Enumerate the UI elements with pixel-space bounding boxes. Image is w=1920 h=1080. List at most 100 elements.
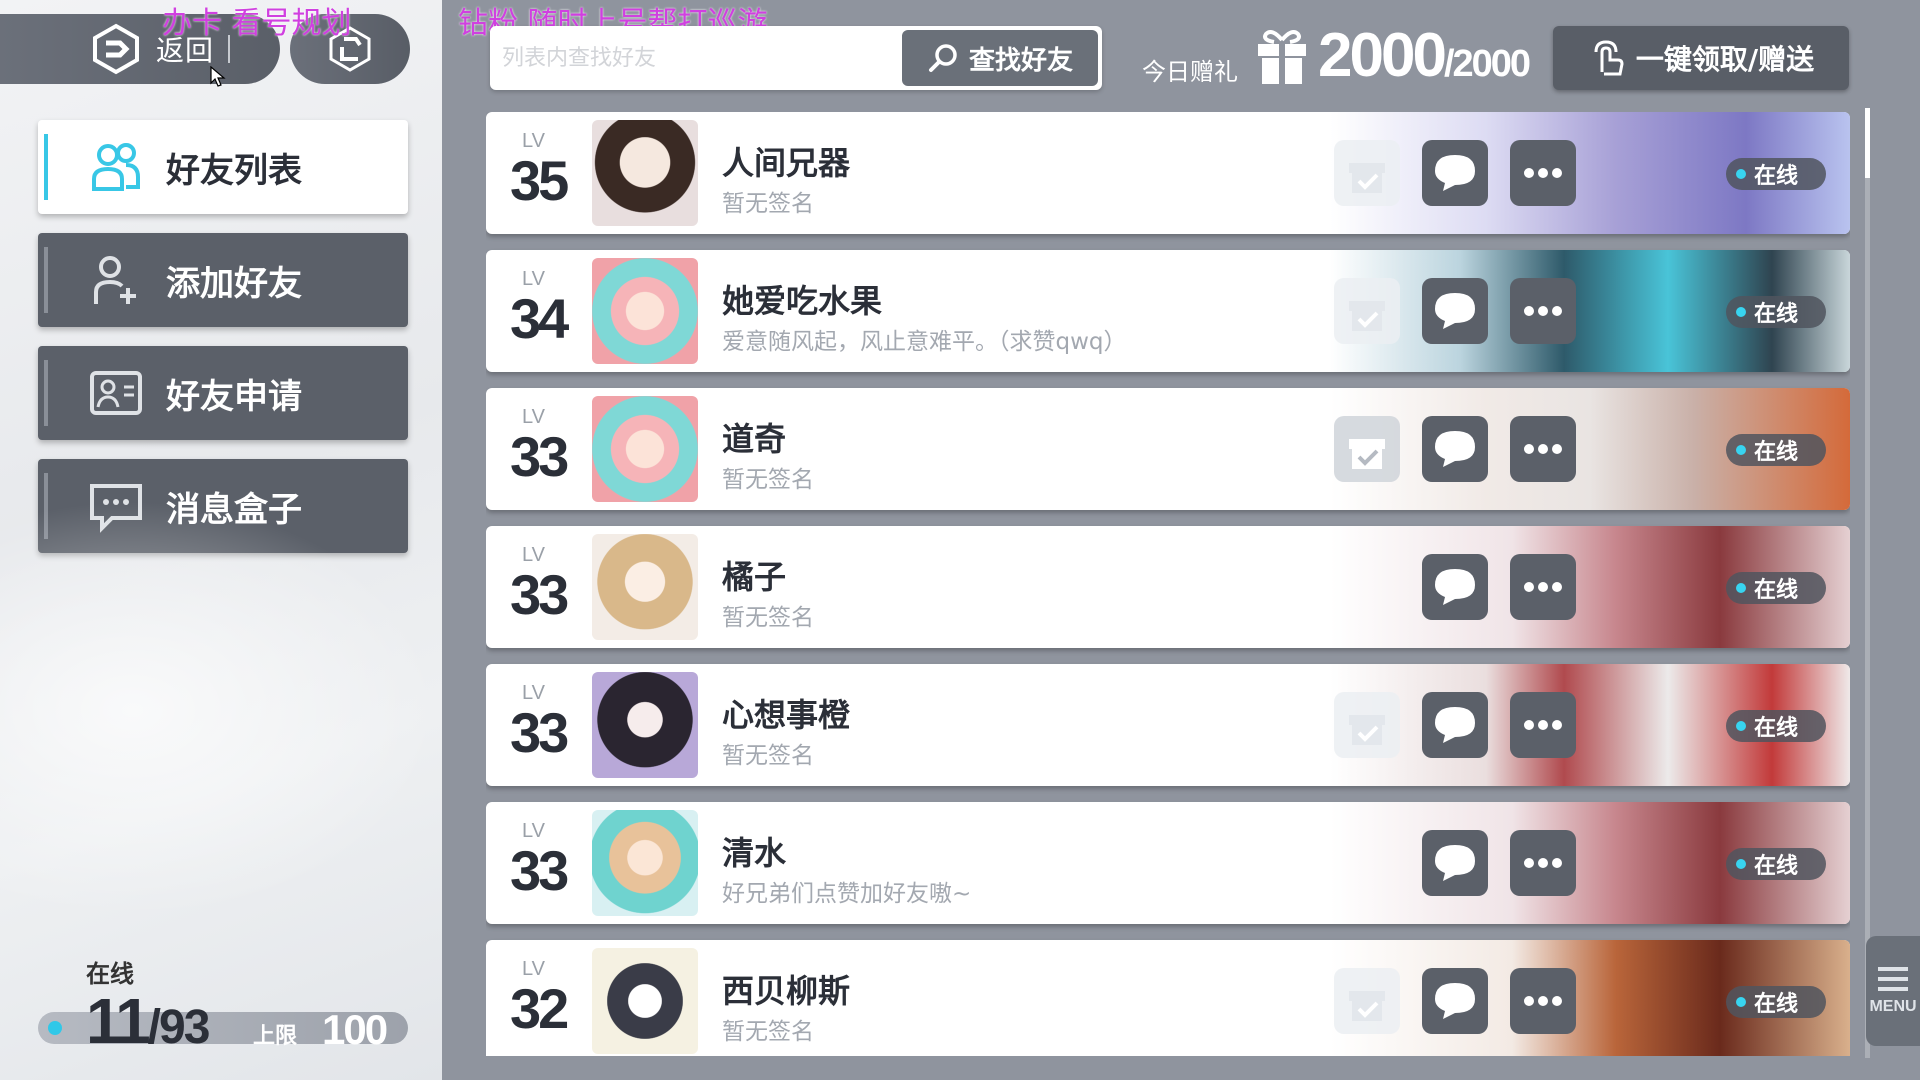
online-count-value: 11 <box>86 985 151 1057</box>
chat-button[interactable] <box>1422 416 1488 482</box>
gift-sent-icon <box>1349 991 1385 1021</box>
scrollbar[interactable] <box>1865 108 1870 1058</box>
chat-bubble-icon <box>1435 431 1475 467</box>
status-label: 在线 <box>1754 854 1799 879</box>
friend-request-icon <box>86 363 146 423</box>
more-options-button[interactable] <box>1510 140 1576 206</box>
friend-card[interactable]: LV 32 西贝柳斯 暂无签名 在线 <box>486 940 1850 1056</box>
chat-bubble-icon <box>1435 845 1475 881</box>
friend-signature: 暂无签名 <box>722 191 814 217</box>
message-box-icon <box>86 476 146 536</box>
level-value: 33 <box>510 563 569 626</box>
friend-card[interactable]: LV 33 清水 好兄弟们点赞加好友嗷~ 在线 <box>486 802 1850 924</box>
level-value: 33 <box>510 425 569 488</box>
level-value: 33 <box>510 839 569 902</box>
more-options-button[interactable] <box>1510 692 1576 758</box>
daily-gift-count: 2000/2000 <box>1318 20 1531 91</box>
sidebar-item-label: 好友列表 <box>166 150 302 191</box>
status-label: 在线 <box>1754 578 1799 603</box>
send-gift-button[interactable] <box>1334 692 1400 758</box>
avatar[interactable] <box>592 534 698 640</box>
avatar[interactable] <box>592 948 698 1054</box>
gift-current: 2000 <box>1318 21 1447 90</box>
more-options-button[interactable] <box>1510 554 1576 620</box>
overlay-watermark-left: 办卡 看号规划 <box>162 6 352 41</box>
send-gift-button[interactable] <box>1334 278 1400 344</box>
friend-signature: 爱意随风起，风止意难平。（求赞qwq） <box>722 329 1127 355</box>
friend-signature: 暂无签名 <box>722 743 814 769</box>
friend-signature: 暂无签名 <box>722 605 814 631</box>
game-logo-icon <box>88 21 144 77</box>
online-counter: 在线 11/93 上限 100 <box>38 950 408 1057</box>
friend-card[interactable]: LV 33 道奇 暂无签名 在线 <box>486 388 1850 510</box>
avatar[interactable] <box>592 672 698 778</box>
gift-icon <box>1258 30 1306 84</box>
friend-card[interactable]: LV 33 橘子 暂无签名 在线 <box>486 526 1850 648</box>
left-panel: 返回 好友列表 添加好友 好友申请 消息盒子 在线 11/93 上限 100 <box>0 0 442 1080</box>
level-value: 33 <box>510 701 569 764</box>
status-badge: 在线 <box>1726 296 1826 328</box>
chat-bubble-icon <box>1435 707 1475 743</box>
more-icon <box>1524 720 1562 730</box>
more-options-button[interactable] <box>1510 416 1576 482</box>
side-menu-label: MENU <box>1869 998 1917 1015</box>
status-dot <box>1736 859 1746 869</box>
avatar[interactable] <box>592 258 698 364</box>
claim-send-all-label: 一键领取/赠送 <box>1635 43 1815 76</box>
hand-tap-icon <box>1594 40 1624 76</box>
search-icon <box>928 44 957 72</box>
friend-card[interactable]: LV 33 心想事橙 暂无签名 在线 <box>486 664 1850 786</box>
chat-button[interactable] <box>1422 968 1488 1034</box>
gift-sent-icon <box>1349 439 1385 469</box>
send-gift-button[interactable] <box>1334 416 1400 482</box>
sidebar-item-message-box[interactable]: 消息盒子 <box>38 459 408 553</box>
status-label: 在线 <box>1754 302 1799 327</box>
chat-bubble-icon <box>1435 293 1475 329</box>
search-input[interactable] <box>502 36 882 80</box>
friend-name: 人间兄器 <box>722 144 851 182</box>
chat-button[interactable] <box>1422 554 1488 620</box>
more-options-button[interactable] <box>1510 278 1576 344</box>
limit-label: 上限 <box>253 1024 298 1049</box>
friend-card[interactable]: LV 34 她爱吃水果 爱意随风起，风止意难平。（求赞qwq） 在线 <box>486 250 1850 372</box>
more-icon <box>1524 858 1562 868</box>
friend-name: 西贝柳斯 <box>722 972 851 1010</box>
more-options-button[interactable] <box>1510 968 1576 1034</box>
mouse-cursor-icon <box>210 66 226 87</box>
avatar[interactable] <box>592 120 698 226</box>
scrollbar-thumb[interactable] <box>1865 108 1870 178</box>
avatar[interactable] <box>592 810 698 916</box>
chat-button[interactable] <box>1422 692 1488 758</box>
more-options-button[interactable] <box>1510 830 1576 896</box>
chat-button[interactable] <box>1422 278 1488 344</box>
gift-sent-icon <box>1349 715 1385 745</box>
friend-signature: 暂无签名 <box>722 1019 814 1045</box>
side-menu-button[interactable]: MENU <box>1866 936 1920 1046</box>
sidebar-item-add-friend[interactable]: 添加好友 <box>38 233 408 327</box>
status-label: 在线 <box>1754 164 1799 189</box>
send-gift-button[interactable] <box>1334 140 1400 206</box>
online-dot <box>48 1021 62 1035</box>
avatar[interactable] <box>592 396 698 502</box>
status-dot <box>1736 721 1746 731</box>
level-value: 35 <box>510 149 569 212</box>
level-value: 34 <box>510 287 569 350</box>
chat-button[interactable] <box>1422 140 1488 206</box>
status-dot <box>1736 169 1746 179</box>
send-gift-button[interactable] <box>1334 968 1400 1034</box>
claim-send-all-button[interactable]: 一键领取/赠送 <box>1553 26 1849 90</box>
status-dot <box>1736 445 1746 455</box>
level-value: 32 <box>510 977 569 1040</box>
status-label: 在线 <box>1754 992 1799 1017</box>
chat-button[interactable] <box>1422 830 1488 896</box>
search-button[interactable]: 查找好友 <box>902 30 1098 86</box>
more-icon <box>1524 582 1562 592</box>
friend-card[interactable]: LV 35 人间兄器 暂无签名 在线 <box>486 112 1850 234</box>
sidebar-item-label: 添加好友 <box>166 263 302 304</box>
status-badge: 在线 <box>1726 572 1826 604</box>
chat-bubble-icon <box>1435 983 1475 1019</box>
search-button-label: 查找好友 <box>968 45 1073 76</box>
sidebar-item-friend-request[interactable]: 好友申请 <box>38 346 408 440</box>
sidebar-item-friend-list[interactable]: 好友列表 <box>38 120 408 214</box>
gift-sent-icon <box>1349 163 1385 193</box>
